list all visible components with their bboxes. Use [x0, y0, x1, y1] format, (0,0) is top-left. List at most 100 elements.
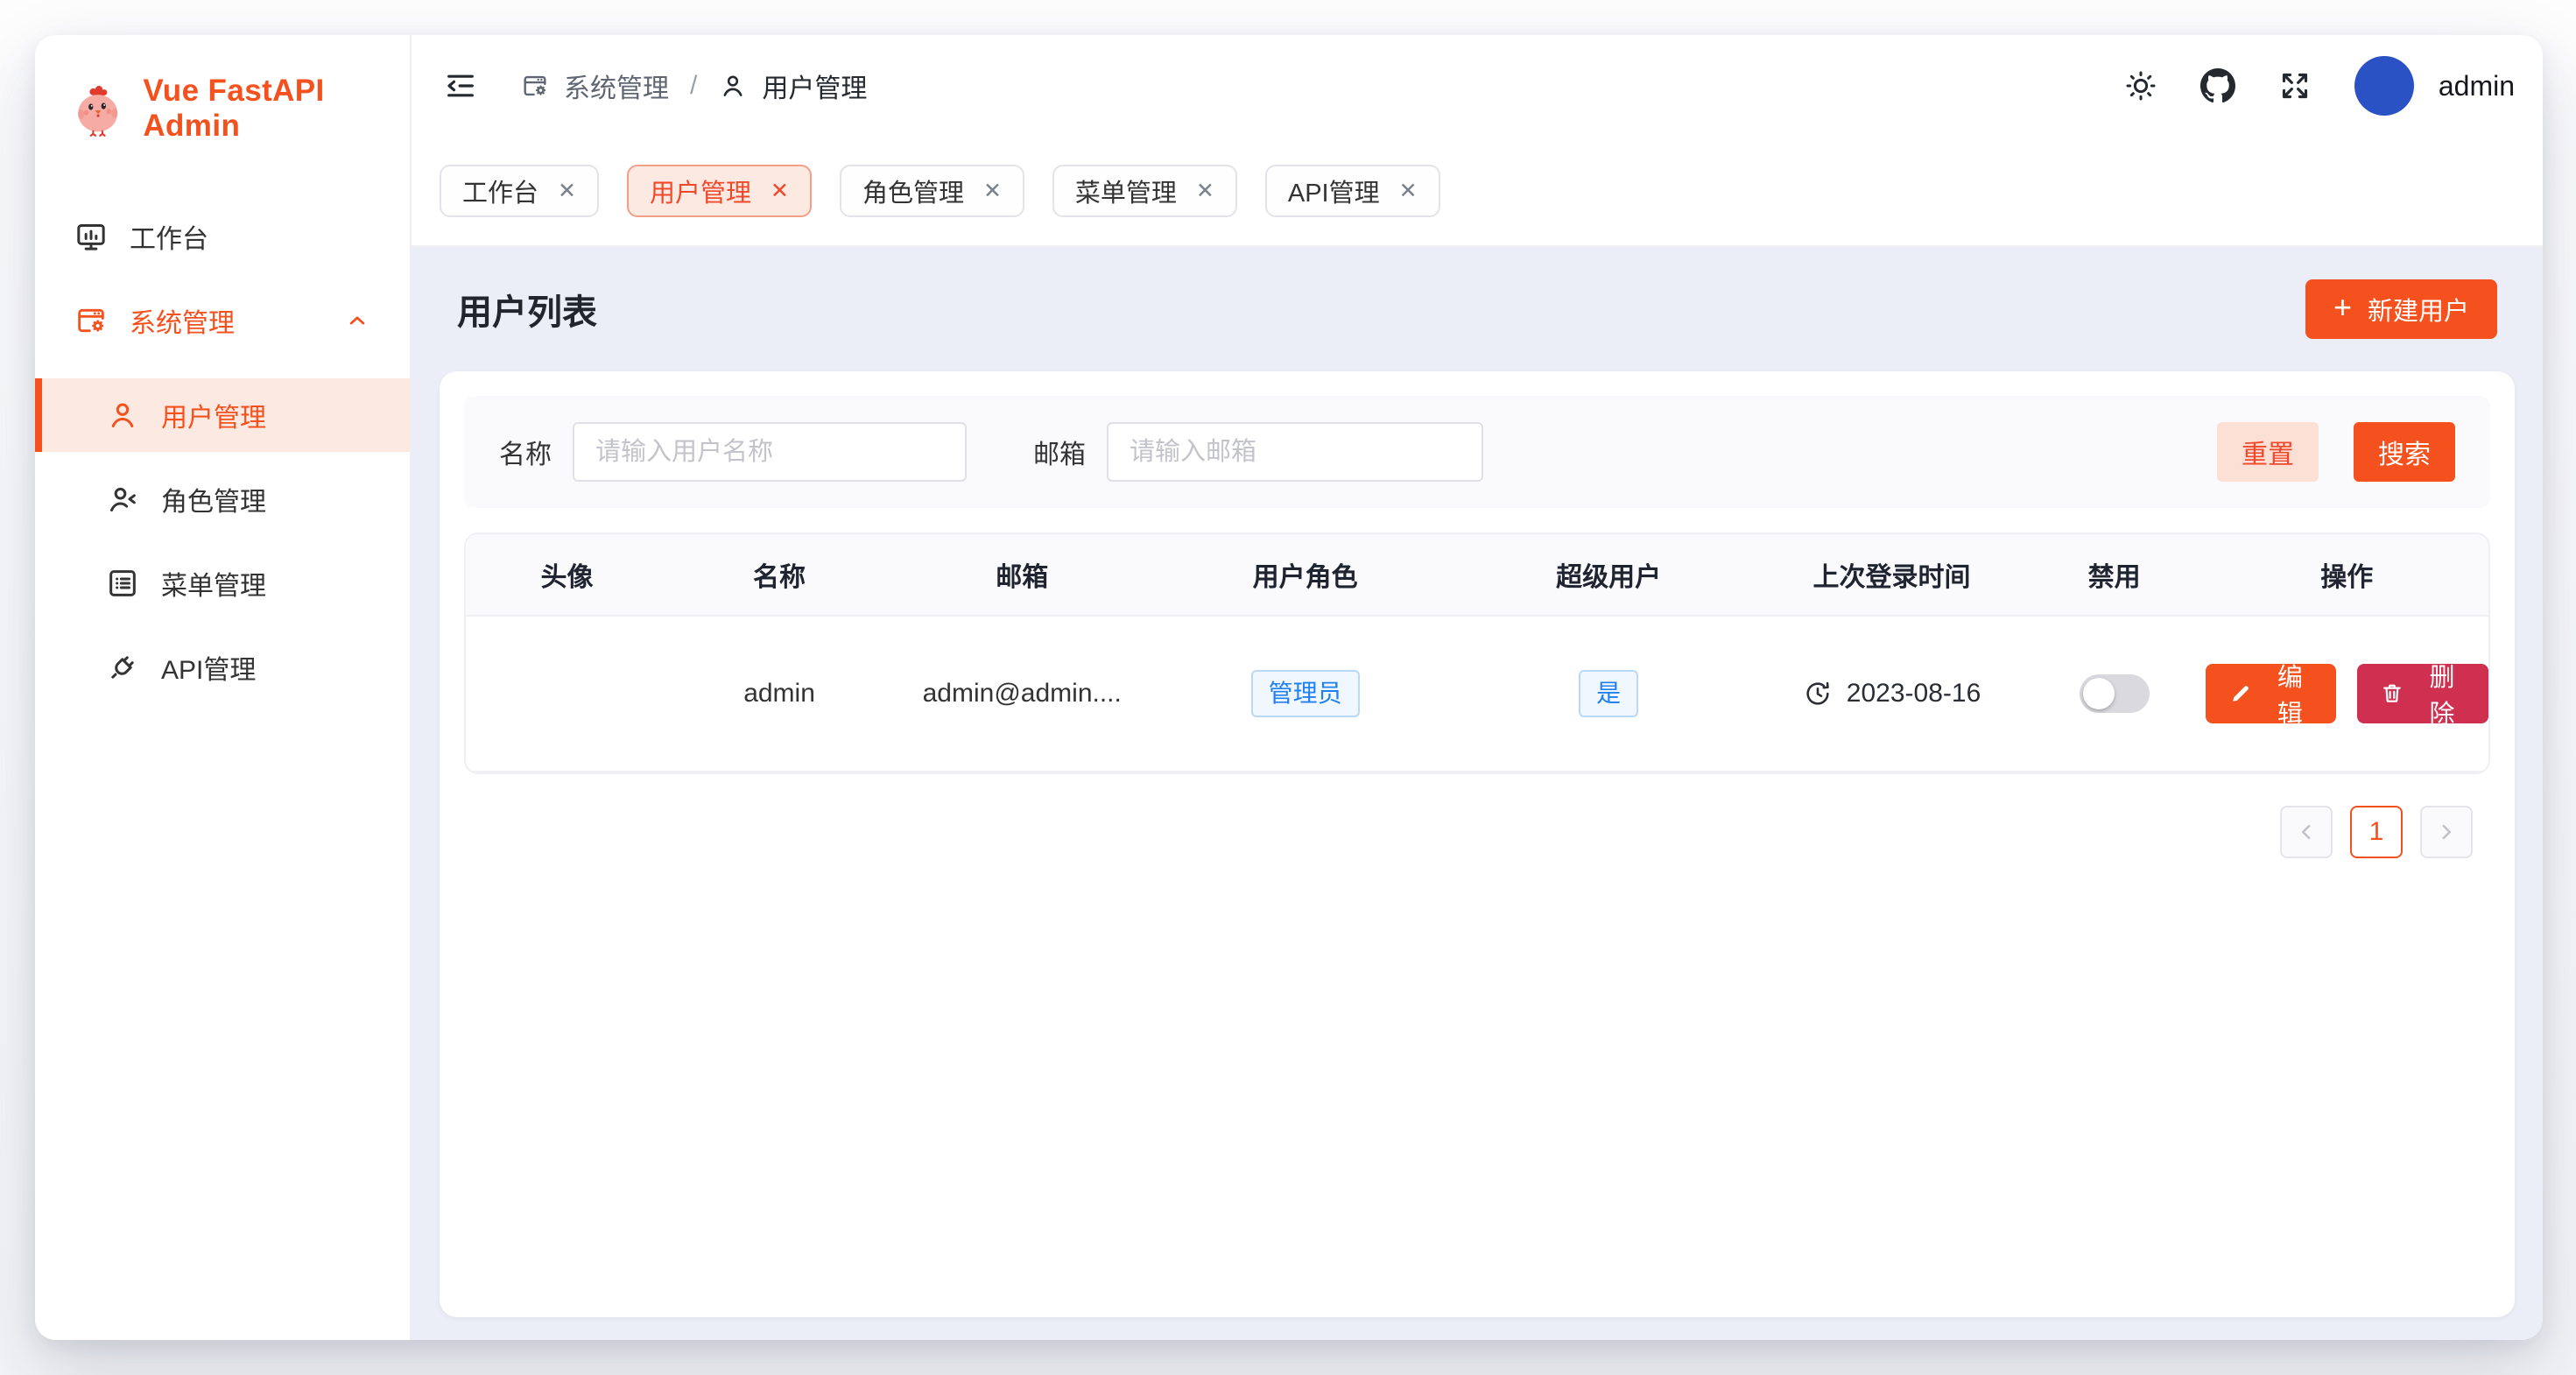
- app-window: Vue FastAPI Admin 工作台: [35, 35, 2543, 1340]
- role-icon: [105, 482, 140, 517]
- user-avatar[interactable]: [2354, 56, 2414, 116]
- cell-actions: 编辑 删除: [2206, 664, 2488, 723]
- table-row: admin admin@admin.... 管理员 是: [466, 617, 2488, 772]
- tab-roles[interactable]: 角色管理 ✕: [840, 165, 1024, 217]
- sidebar-item-label: 菜单管理: [161, 564, 266, 603]
- email-filter-input[interactable]: [1107, 422, 1483, 482]
- pagination-next-button[interactable]: [2420, 806, 2473, 858]
- user-icon: [105, 398, 140, 433]
- menu-list-icon: [105, 566, 140, 601]
- close-icon[interactable]: ✕: [771, 180, 789, 202]
- sidebar-item-workbench[interactable]: 工作台: [35, 200, 410, 273]
- tab-workbench[interactable]: 工作台 ✕: [440, 165, 599, 217]
- tab-bar: 工作台 ✕ 用户管理 ✕ 角色管理 ✕ 菜单管理 ✕ API管理 ✕: [412, 137, 2543, 247]
- toggle-knob: [2083, 678, 2115, 709]
- screen: Vue FastAPI Admin 工作台: [0, 0, 2576, 1375]
- username-label[interactable]: admin: [2439, 70, 2515, 102]
- table-header-row: 头像 名称 邮箱 用户角色 超级用户 上次登录时间 禁用 操作: [466, 534, 2488, 617]
- page-header: 用户列表 + 新建用户: [440, 247, 2515, 371]
- role-tag: 管理员: [1251, 670, 1360, 717]
- tab-users[interactable]: 用户管理 ✕: [627, 165, 812, 217]
- search-button[interactable]: 搜索: [2354, 422, 2455, 482]
- name-filter-label: 名称: [499, 433, 552, 471]
- email-filter-label: 邮箱: [1033, 433, 1086, 471]
- github-icon: [2200, 68, 2235, 103]
- sidebar-item-label: 系统管理: [130, 301, 235, 340]
- column-header-role: 用户角色: [1153, 555, 1457, 594]
- name-filter-input[interactable]: [573, 422, 967, 482]
- pagination-prev-button[interactable]: [2280, 806, 2333, 858]
- sidebar-item-menus[interactable]: 菜单管理: [35, 546, 410, 620]
- superuser-tag: 是: [1579, 670, 1638, 717]
- sidebar-item-label: 角色管理: [161, 480, 266, 518]
- sidebar: Vue FastAPI Admin 工作台: [35, 35, 412, 1340]
- cell-superuser: 是: [1457, 670, 1761, 717]
- last-login-value: 2023-08-16: [1847, 679, 1981, 709]
- sidebar-menu: 工作台 系统管理: [35, 200, 410, 704]
- filter-bar: 名称 邮箱 重置 搜索: [464, 396, 2490, 508]
- sidebar-item-users[interactable]: 用户管理: [35, 378, 410, 452]
- pencil-icon: [2228, 680, 2253, 707]
- tab-menus[interactable]: 菜单管理 ✕: [1052, 165, 1237, 217]
- close-icon[interactable]: ✕: [1399, 180, 1418, 202]
- trash-icon: [2380, 680, 2404, 707]
- column-header-email: 邮箱: [890, 555, 1153, 594]
- cell-last-login: 2023-08-16: [1760, 679, 2023, 709]
- topbar: 系统管理 / 用户管理: [412, 35, 2543, 137]
- breadcrumb-item-users[interactable]: 用户管理: [718, 67, 867, 105]
- close-icon[interactable]: ✕: [983, 180, 1002, 202]
- tab-api[interactable]: API管理 ✕: [1265, 165, 1440, 217]
- theme-toggle-button[interactable]: [2123, 68, 2158, 103]
- delete-button[interactable]: 删除: [2357, 664, 2488, 723]
- column-header-actions: 操作: [2206, 555, 2488, 594]
- plus-icon: +: [2333, 292, 2352, 323]
- sidebar-item-system[interactable]: 系统管理: [35, 284, 410, 357]
- breadcrumb-item-system[interactable]: 系统管理: [520, 67, 669, 105]
- system-gear-icon: [520, 71, 550, 101]
- edit-button-label: 编辑: [2266, 657, 2313, 730]
- column-header-name: 名称: [668, 555, 890, 594]
- column-header-avatar: 头像: [466, 555, 668, 594]
- close-icon[interactable]: ✕: [1196, 180, 1214, 202]
- monitor-icon: [74, 219, 109, 254]
- delete-button-label: 删除: [2418, 657, 2466, 730]
- breadcrumb-label: 用户管理: [762, 67, 867, 105]
- new-user-button-label: 新建用户: [2368, 291, 2469, 328]
- tab-label: 用户管理: [650, 173, 751, 209]
- sun-icon: [2123, 68, 2158, 103]
- plug-icon: [105, 650, 140, 685]
- topbar-actions: admin: [2123, 56, 2515, 116]
- cell-disabled: [2023, 674, 2206, 713]
- chevron-right-icon: [2433, 819, 2460, 845]
- sidebar-item-label: API管理: [161, 648, 256, 687]
- pagination-page-1[interactable]: 1: [2350, 806, 2403, 858]
- tab-label: API管理: [1288, 173, 1380, 209]
- app-logo[interactable]: Vue FastAPI Admin: [35, 63, 410, 154]
- system-gear-icon: [74, 303, 109, 338]
- sidebar-item-label: 工作台: [130, 217, 208, 256]
- breadcrumb-separator: /: [690, 71, 697, 101]
- tab-label: 菜单管理: [1075, 173, 1177, 209]
- main-area: 系统管理 / 用户管理: [412, 35, 2543, 1340]
- sidebar-item-api[interactable]: API管理: [35, 631, 410, 704]
- sidebar-item-roles[interactable]: 角色管理: [35, 462, 410, 536]
- fullscreen-button[interactable]: [2277, 68, 2312, 103]
- github-button[interactable]: [2200, 68, 2235, 103]
- edit-button[interactable]: 编辑: [2206, 664, 2337, 723]
- page-title: 用户列表: [457, 284, 597, 335]
- column-header-disabled: 禁用: [2023, 555, 2206, 594]
- clock-history-icon: [1803, 679, 1833, 709]
- user-list-card: 名称 邮箱 重置 搜索 头像 名称 邮箱 用户角色: [440, 371, 2515, 1317]
- sidebar-collapse-button[interactable]: [443, 68, 478, 103]
- breadcrumb-label: 系统管理: [564, 67, 669, 105]
- close-icon[interactable]: ✕: [558, 180, 576, 202]
- reset-button[interactable]: 重置: [2217, 422, 2319, 482]
- new-user-button[interactable]: + 新建用户: [2305, 279, 2497, 339]
- users-table: 头像 名称 邮箱 用户角色 超级用户 上次登录时间 禁用 操作 admin: [464, 532, 2490, 774]
- sidebar-item-label: 用户管理: [161, 396, 266, 434]
- fullscreen-icon: [2277, 68, 2312, 103]
- column-header-last-login: 上次登录时间: [1760, 555, 2023, 594]
- disabled-toggle[interactable]: [2080, 674, 2150, 713]
- cell-name: admin: [668, 679, 890, 709]
- pagination: 1: [464, 806, 2490, 858]
